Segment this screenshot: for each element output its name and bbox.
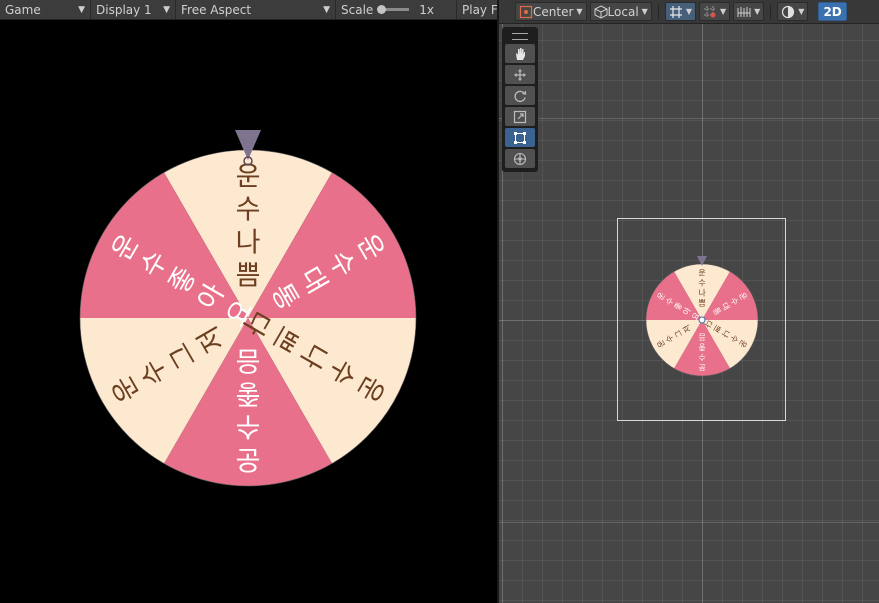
- transform-icon: [513, 152, 527, 165]
- grid-snapping-toggle[interactable]: ▼: [664, 2, 696, 21]
- cube-icon: [594, 4, 608, 19]
- space-mode-label: Local: [607, 4, 639, 19]
- hand-icon: [516, 47, 525, 60]
- dropdown-arrow-icon: ▼: [798, 7, 805, 16]
- gizmo-grid-dropdown[interactable]: ▼: [733, 2, 765, 21]
- wheel-label-char: 음: [236, 345, 261, 376]
- grid-visibility-icon: [737, 6, 751, 17]
- game-view-panel: Game ▼ Display 1 ▼ Free Aspect ▼ Scale 1…: [0, 0, 497, 603]
- mini-wheel-label-char: 쁨: [698, 298, 705, 307]
- tool-palette: [502, 27, 538, 172]
- mini-wheel-label-char: 음: [698, 333, 705, 342]
- pivot-mode-label: Center: [533, 4, 574, 19]
- scale-tool-button[interactable]: [505, 107, 535, 126]
- aspect-dropdown[interactable]: Free Aspect ▼: [176, 0, 336, 19]
- pivot-center-icon: [519, 5, 533, 18]
- view-type-label: Game: [5, 2, 41, 17]
- mini-wheel-label-char: 수: [698, 353, 705, 362]
- display-dropdown[interactable]: Display 1 ▼: [91, 0, 176, 19]
- space-mode-dropdown[interactable]: Local ▼: [589, 2, 652, 21]
- display-label: Display 1: [96, 2, 152, 17]
- mini-wheel-label-char: 운: [698, 268, 705, 277]
- toolbar-separator: [657, 3, 659, 20]
- dropdown-arrow-icon: ▼: [719, 7, 727, 16]
- dropdown-arrow-icon: ▼: [641, 7, 648, 16]
- scale-slider-knob[interactable]: [377, 5, 387, 14]
- dropdown-arrow-icon: ▼: [323, 4, 330, 15]
- grid-major-line: [499, 522, 879, 523]
- scene-view-panel[interactable]: 운수나쁨운수대통운수나쁘다운수좋음운수그저운수좋아요 Center ▼ Loca…: [499, 0, 879, 603]
- scale-value: 1x: [419, 2, 435, 17]
- wheel-label-char: 수: [236, 411, 261, 442]
- wheel-label-char: 운: [236, 161, 261, 192]
- dropdown-arrow-icon: ▼: [78, 4, 85, 15]
- roulette-wheel: 운수나쁨운수대통운수나쁘다운수좋음운수그저운수좋아요: [79, 130, 417, 487]
- play-focused-label: Play F: [462, 2, 497, 17]
- pivot-mode-dropdown[interactable]: Center ▼: [515, 2, 587, 21]
- dropdown-arrow-icon: ▼: [576, 7, 583, 16]
- rotate-tool-button[interactable]: [505, 86, 535, 105]
- scale-slider[interactable]: [377, 5, 410, 14]
- rotate-icon: [514, 90, 527, 102]
- mini-wheel-label-char: 나: [698, 288, 706, 297]
- increment-snapping-toggle[interactable]: ▼: [698, 2, 731, 21]
- wheel-label-char: 쁨: [236, 260, 261, 291]
- draw-mode-dropdown[interactable]: ▼: [777, 2, 809, 21]
- mini-wheel-label-char: 수: [698, 278, 705, 287]
- shading-mode-icon: [782, 5, 795, 18]
- scale-icon: [513, 110, 527, 123]
- move-tool-button[interactable]: [505, 65, 535, 84]
- wheel-label-char: 나: [236, 227, 261, 258]
- grid-snap-icon: [669, 5, 682, 18]
- dropdown-arrow-icon: ▼: [163, 4, 170, 15]
- scale-control: Scale 1x: [336, 0, 457, 19]
- palette-drag-handle-icon[interactable]: [512, 33, 528, 40]
- mini-wheel-label-0: 운수나쁨: [698, 268, 706, 307]
- wheel-label-char: 수: [236, 194, 261, 225]
- hand-tool-button[interactable]: [505, 44, 535, 63]
- rect-transform-icon: [514, 131, 526, 144]
- dropdown-arrow-icon: ▼: [685, 7, 692, 16]
- wheel-label-char: 좋: [236, 378, 261, 409]
- toolbar-separator: [770, 3, 772, 20]
- pivot-handle-icon[interactable]: [698, 316, 706, 324]
- mini-wheel-label-3: 운수좋음: [698, 333, 705, 372]
- mode-2d-label: 2D: [823, 4, 842, 19]
- mini-wheel-label-char: 운: [698, 363, 705, 372]
- scene-view-toolbar: Center ▼ Local ▼ ▼ ▼ ▼ ▼ 2D: [499, 0, 879, 24]
- view-type-dropdown[interactable]: Game ▼: [0, 0, 91, 19]
- grid-major-line: [499, 118, 879, 119]
- scene-wheel-object[interactable]: 운수나쁨운수대통운수나쁘다운수좋음운수그저운수좋아요: [645, 254, 759, 378]
- rect-tool-button[interactable]: [505, 128, 535, 147]
- play-focused-dropdown[interactable]: Play F: [457, 0, 497, 19]
- move-arrows-icon: [514, 68, 526, 81]
- increment-snap-icon: [703, 5, 716, 18]
- transform-tool-button[interactable]: [505, 149, 535, 168]
- scale-label: Scale: [341, 2, 374, 17]
- wheel-label-char: 운: [236, 444, 261, 475]
- dropdown-arrow-icon: ▼: [754, 7, 761, 16]
- aspect-label: Free Aspect: [181, 2, 252, 17]
- mode-2d-toggle[interactable]: 2D: [818, 2, 847, 21]
- mini-wheel-label-char: 좋: [698, 343, 705, 352]
- game-view-toolbar: Game ▼ Display 1 ▼ Free Aspect ▼ Scale 1…: [0, 0, 497, 20]
